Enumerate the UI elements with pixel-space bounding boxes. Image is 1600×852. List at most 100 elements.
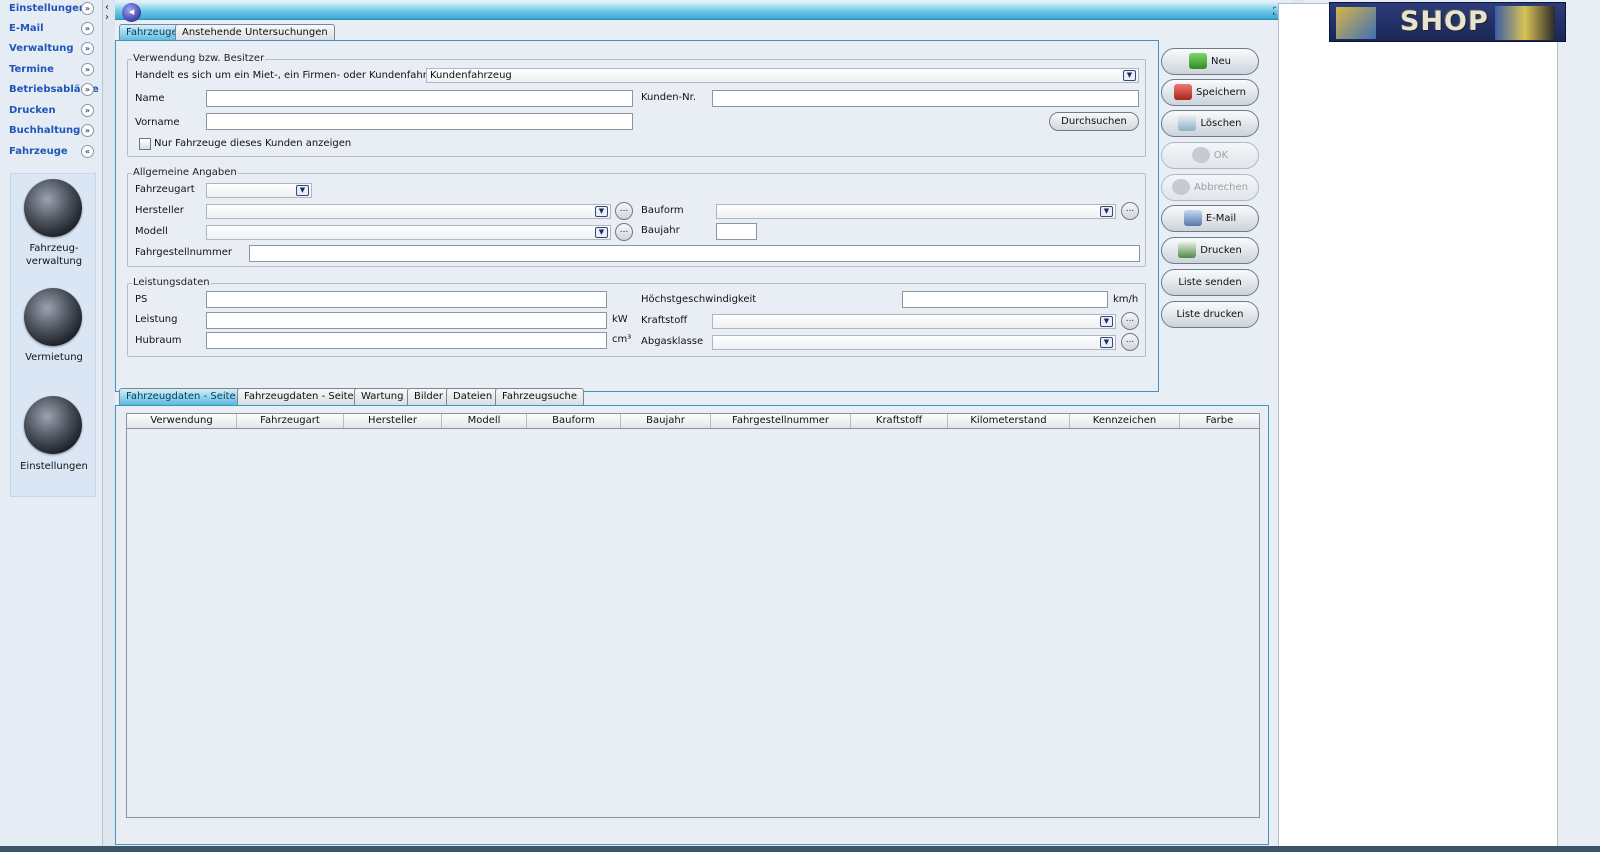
right-panel: SHOP: [1278, 0, 1600, 852]
button-label: Speichern: [1196, 87, 1246, 98]
nav-einstellungen[interactable]: Einstellungen»: [0, 0, 100, 20]
nav-termine[interactable]: Termine »: [0, 61, 100, 81]
tab-dateien[interactable]: Dateien: [446, 388, 500, 405]
vehicle-type-select[interactable]: ▼: [206, 183, 312, 198]
power-unit: kW: [612, 314, 628, 325]
email-button[interactable]: E-Mail: [1161, 205, 1259, 232]
emission-select[interactable]: ▼: [712, 335, 1116, 350]
ps-input[interactable]: [206, 291, 607, 308]
firstname-input[interactable]: [206, 113, 633, 130]
ps-label: PS: [135, 294, 148, 305]
cancel-button[interactable]: Abbrechen: [1161, 174, 1259, 201]
button-label: E-Mail: [1205, 213, 1237, 224]
col-kilometerstand[interactable]: Kilometerstand: [948, 414, 1070, 428]
save-button[interactable]: Speichern: [1161, 79, 1259, 106]
manufacturer-select[interactable]: ▼: [206, 204, 611, 219]
col-kennzeichen[interactable]: Kennzeichen: [1070, 414, 1180, 428]
tab-fahrzeugdaten-seite-2[interactable]: Fahrzeugdaten - Seite 2: [237, 388, 371, 405]
nav-email[interactable]: E-Mail »: [0, 20, 100, 40]
power-input[interactable]: [206, 312, 607, 329]
ok-icon: [1191, 147, 1210, 163]
title-bar: ◂ ⛶: [115, 2, 1293, 22]
nav-fahrzeuge[interactable]: Fahrzeuge «: [0, 143, 100, 163]
nav-label: Einstellungen: [9, 3, 87, 14]
print-button[interactable]: Drucken: [1161, 237, 1259, 264]
owner-group-title: Verwendung bzw. Besitzer: [132, 53, 266, 64]
usage-value: Kundenfahrzeug: [430, 70, 512, 81]
fuel-more-button[interactable]: ...: [1121, 312, 1139, 330]
nav-buchhaltung[interactable]: Buchhaltung»: [0, 122, 100, 142]
chevron-down-icon: »: [81, 22, 94, 35]
nav-label: Verwaltung: [9, 43, 74, 54]
model-select[interactable]: ▼: [206, 225, 611, 240]
nav-verwaltung[interactable]: Verwaltung »: [0, 40, 100, 60]
collapse-right-icon[interactable]: ›: [105, 12, 109, 23]
tab-wartung[interactable]: Wartung: [354, 388, 411, 405]
general-group: Allgemeine Angaben Fahrzeugart ▼ Herstel…: [127, 167, 1146, 267]
nav-label: E-Mail: [9, 23, 44, 34]
col-fahrgestellnummer[interactable]: Fahrgestellnummer: [711, 414, 851, 428]
col-hersteller[interactable]: Hersteller: [344, 414, 442, 428]
fahrzeugverwaltung-link[interactable]: Fahrzeug- verwaltung: [11, 242, 97, 268]
emission-more-button[interactable]: ...: [1121, 333, 1139, 351]
button-label: Abbrechen: [1194, 182, 1248, 193]
print-icon: [1178, 242, 1197, 258]
nav-label: Termine: [9, 64, 54, 75]
print-list-button[interactable]: Liste drucken: [1161, 301, 1259, 328]
delete-button[interactable]: Löschen: [1161, 110, 1259, 137]
body-more-button[interactable]: ...: [1121, 202, 1139, 220]
delete-icon: [1178, 115, 1197, 131]
einstellungen-link[interactable]: Einstellungen: [11, 460, 97, 473]
model-more-button[interactable]: ...: [615, 223, 633, 241]
vin-label: Fahrgestellnummer: [135, 247, 232, 258]
tab-anstehende-untersuchungen[interactable]: Anstehende Untersuchungen: [175, 24, 335, 41]
usage-select[interactable]: Kundenfahrzeug ▼: [426, 68, 1139, 83]
col-modell[interactable]: Modell: [442, 414, 527, 428]
tab-bilder[interactable]: Bilder: [407, 388, 451, 405]
only-customer-checkbox[interactable]: [139, 138, 151, 150]
col-verwendung[interactable]: Verwendung: [127, 414, 237, 428]
send-list-button[interactable]: Liste senden: [1161, 269, 1259, 296]
tab-fahrzeugsuche[interactable]: Fahrzeugsuche: [495, 388, 585, 405]
car-icon[interactable]: [24, 288, 82, 346]
year-input[interactable]: [716, 223, 757, 240]
nav-label: Fahrzeuge: [9, 146, 68, 157]
col-farbe[interactable]: Farbe: [1180, 414, 1259, 428]
fuel-select[interactable]: ▼: [712, 314, 1116, 329]
fuel-label: Kraftstoff: [641, 315, 688, 326]
col-bauform[interactable]: Bauform: [527, 414, 621, 428]
left-splitter[interactable]: ‹ ›: [103, 0, 115, 852]
search-button[interactable]: Durchsuchen: [1049, 112, 1139, 131]
only-customer-label: Nur Fahrzeuge dieses Kunden anzeigen: [154, 138, 352, 149]
back-icon[interactable]: ◂: [122, 3, 141, 22]
customer-no-input[interactable]: [712, 90, 1139, 107]
shop-banner[interactable]: SHOP: [1329, 2, 1566, 42]
nav-betriebsablaeufe[interactable]: Betriebsabläufe»: [0, 81, 100, 101]
button-label: Drucken: [1200, 245, 1242, 256]
new-icon: [1189, 53, 1207, 69]
col-baujahr[interactable]: Baujahr: [621, 414, 711, 428]
model-label: Modell: [135, 226, 168, 237]
new-button[interactable]: Neu: [1161, 48, 1259, 75]
tab-fahrzeugdaten-seite-1[interactable]: Fahrzeugdaten - Seite 1: [119, 388, 253, 405]
wheel-icon[interactable]: [24, 179, 82, 237]
body-select[interactable]: ▼: [716, 204, 1116, 219]
main-area: ◂ ⛶ Fahrzeuge Anstehende Untersuchungen …: [115, 0, 1293, 852]
displacement-input[interactable]: [206, 332, 607, 349]
col-kraftstoff[interactable]: Kraftstoff: [851, 414, 948, 428]
chevron-down-icon: ▼: [1100, 316, 1113, 327]
chevron-down-icon: »: [81, 124, 94, 137]
name-input[interactable]: [206, 90, 633, 107]
vermietung-link[interactable]: Vermietung: [11, 351, 97, 364]
vehicle-grid[interactable]: Verwendung Fahrzeugart Hersteller Modell…: [126, 413, 1260, 818]
ok-button[interactable]: OK: [1161, 142, 1259, 169]
body-label: Bauform: [641, 205, 684, 216]
topspeed-input[interactable]: [902, 291, 1108, 308]
owner-group: Verwendung bzw. Besitzer Handelt es sich…: [127, 53, 1146, 157]
name-label: Name: [135, 93, 165, 104]
manufacturer-more-button[interactable]: ...: [615, 202, 633, 220]
vin-input[interactable]: [249, 245, 1140, 262]
nav-drucken[interactable]: Drucken »: [0, 102, 100, 122]
col-fahrzeugart[interactable]: Fahrzeugart: [237, 414, 344, 428]
globe-icon[interactable]: [24, 396, 82, 454]
